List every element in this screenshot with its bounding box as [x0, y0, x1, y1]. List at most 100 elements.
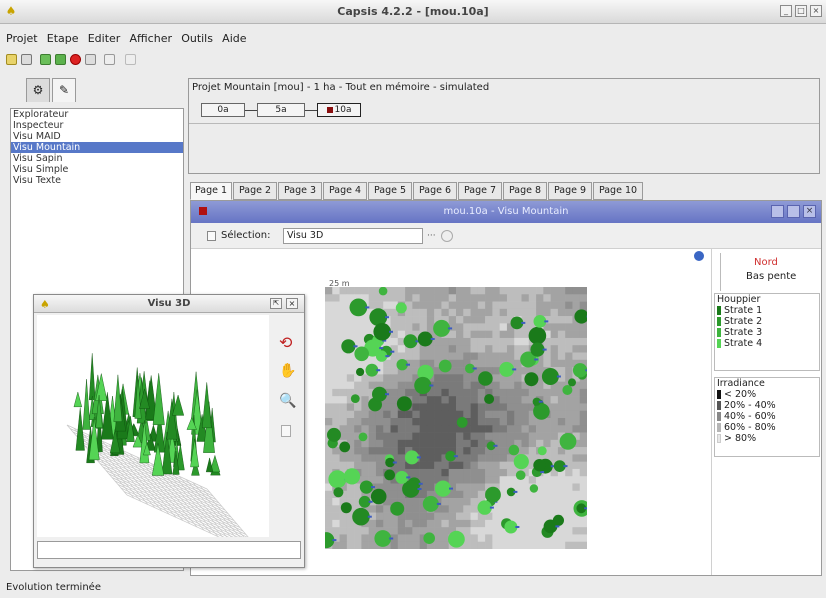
close-button[interactable]: ×	[286, 298, 298, 309]
tree-crown[interactable]	[370, 488, 387, 505]
tree-crown[interactable]	[477, 500, 492, 515]
refresh-icon[interactable]	[441, 230, 453, 242]
tree-crown[interactable]	[559, 433, 577, 450]
step-button[interactable]: 5a	[257, 103, 305, 117]
tree-crown[interactable]	[339, 441, 351, 453]
pan-icon[interactable]: ✋	[279, 363, 296, 379]
tree-crown[interactable]	[530, 342, 545, 357]
more-button[interactable]: ···	[427, 231, 436, 241]
tree-crown[interactable]	[349, 298, 368, 317]
tree-crown[interactable]	[515, 470, 526, 480]
stop-icon[interactable]	[70, 54, 81, 65]
tree-crown[interactable]	[417, 331, 433, 347]
tree-crown[interactable]	[328, 470, 347, 489]
help-icon[interactable]	[125, 54, 136, 65]
tree-crown[interactable]	[478, 371, 493, 386]
tree-crown[interactable]	[341, 339, 356, 354]
list-item-visu-sapin[interactable]: Visu Sapin	[11, 153, 183, 164]
extensions-tab-icon[interactable]: ✎	[52, 78, 76, 102]
tree-crown[interactable]	[484, 394, 495, 404]
tab-page-5[interactable]: Page 5	[368, 182, 412, 200]
tree-crown[interactable]	[528, 326, 547, 345]
list-item-visu-texte[interactable]: Visu Texte	[11, 175, 183, 186]
visu-3d-text-field[interactable]	[37, 541, 301, 559]
tree-crown[interactable]	[373, 323, 391, 341]
open-project-icon[interactable]	[21, 54, 32, 65]
tree-crown[interactable]	[433, 319, 451, 337]
tree-crown[interactable]	[499, 361, 515, 377]
tree-crown[interactable]	[537, 446, 547, 456]
tree-crown[interactable]	[423, 532, 435, 544]
tree-crown[interactable]	[358, 432, 368, 442]
menu-aide[interactable]: Aide	[222, 32, 246, 45]
save-as-icon[interactable]	[55, 54, 66, 65]
tree-crown[interactable]	[404, 450, 419, 465]
minimize-button[interactable]: _	[780, 5, 792, 17]
selection-field[interactable]: Visu 3D	[283, 228, 423, 244]
tab-page-2[interactable]: Page 2	[233, 182, 277, 200]
menu-editer[interactable]: Editer	[88, 32, 121, 45]
3d-view[interactable]	[37, 315, 269, 560]
tree-crown[interactable]	[340, 502, 352, 514]
menu-outils[interactable]: Outils	[181, 32, 213, 45]
tab-page-3[interactable]: Page 3	[278, 182, 322, 200]
tree-crown[interactable]	[403, 334, 418, 349]
tree-crown[interactable]	[572, 363, 587, 378]
tree-crown[interactable]	[562, 385, 573, 395]
float-button[interactable]: ⇱	[270, 298, 282, 309]
tree-crown[interactable]	[333, 487, 344, 498]
close-button[interactable]: ×	[810, 5, 822, 17]
stand-map[interactable]	[325, 287, 587, 549]
list-item-visu-mountain[interactable]: Visu Mountain	[11, 142, 183, 153]
list-item-visu-maid[interactable]: Visu MAID	[11, 131, 183, 142]
tree-crown[interactable]	[384, 469, 395, 481]
menu-projet[interactable]: Projet	[6, 32, 38, 45]
save-icon[interactable]	[40, 54, 51, 65]
visu-3d-canvas[interactable]	[37, 315, 269, 560]
rotate-icon[interactable]: ⟲	[279, 333, 292, 352]
tree-crown[interactable]	[529, 484, 539, 493]
tab-page-1[interactable]: Page 1	[190, 182, 232, 200]
list-item-explorateur[interactable]: Explorateur	[11, 109, 183, 120]
print-icon[interactable]	[85, 54, 96, 65]
tree-crown[interactable]	[350, 394, 360, 403]
tree-crown[interactable]	[327, 427, 341, 442]
list-item-inspecteur[interactable]: Inspecteur	[11, 120, 183, 131]
tree-crown[interactable]	[513, 454, 529, 470]
tree-crown[interactable]	[434, 480, 452, 497]
tab-page-7[interactable]: Page 7	[458, 182, 502, 200]
step-button[interactable]: 0a	[201, 103, 245, 117]
maximize-button[interactable]: □	[795, 5, 807, 17]
tree-crown[interactable]	[524, 372, 539, 387]
tree-crown[interactable]	[568, 378, 576, 387]
tree-crown[interactable]	[343, 468, 361, 485]
maximize-button[interactable]	[787, 205, 800, 218]
tab-page-6[interactable]: Page 6	[413, 182, 457, 200]
tree-crown[interactable]	[356, 367, 365, 377]
minimize-button[interactable]	[771, 205, 784, 218]
tree-crown[interactable]	[438, 359, 452, 373]
tree-crown[interactable]	[485, 486, 501, 503]
tree-crown[interactable]	[378, 287, 388, 296]
tree-icon[interactable]	[104, 54, 115, 65]
tree-crown[interactable]	[390, 501, 405, 516]
close-button[interactable]: ×	[803, 205, 816, 218]
tree-crown[interactable]	[541, 368, 559, 385]
tree-crown[interactable]	[508, 444, 520, 456]
tree-crown[interactable]	[456, 417, 468, 428]
zoom-icon[interactable]: 🔍	[279, 393, 296, 409]
tree-crown[interactable]	[414, 376, 432, 395]
new-project-icon[interactable]	[6, 54, 17, 65]
tab-page-10[interactable]: Page 10	[593, 182, 643, 200]
step-button-current[interactable]: 10a	[317, 103, 361, 117]
tree-crown[interactable]	[448, 530, 465, 548]
tab-page-9[interactable]: Page 9	[548, 182, 592, 200]
tree-crown[interactable]	[372, 386, 387, 402]
tab-page-8[interactable]: Page 8	[503, 182, 547, 200]
info-icon[interactable]	[694, 251, 704, 261]
tree-crown[interactable]	[352, 507, 370, 526]
tools-tab-icon[interactable]: ⚙	[26, 78, 50, 102]
menu-afficher[interactable]: Afficher	[130, 32, 172, 45]
tree-crown[interactable]	[543, 519, 558, 534]
tree-crown[interactable]	[354, 346, 369, 362]
